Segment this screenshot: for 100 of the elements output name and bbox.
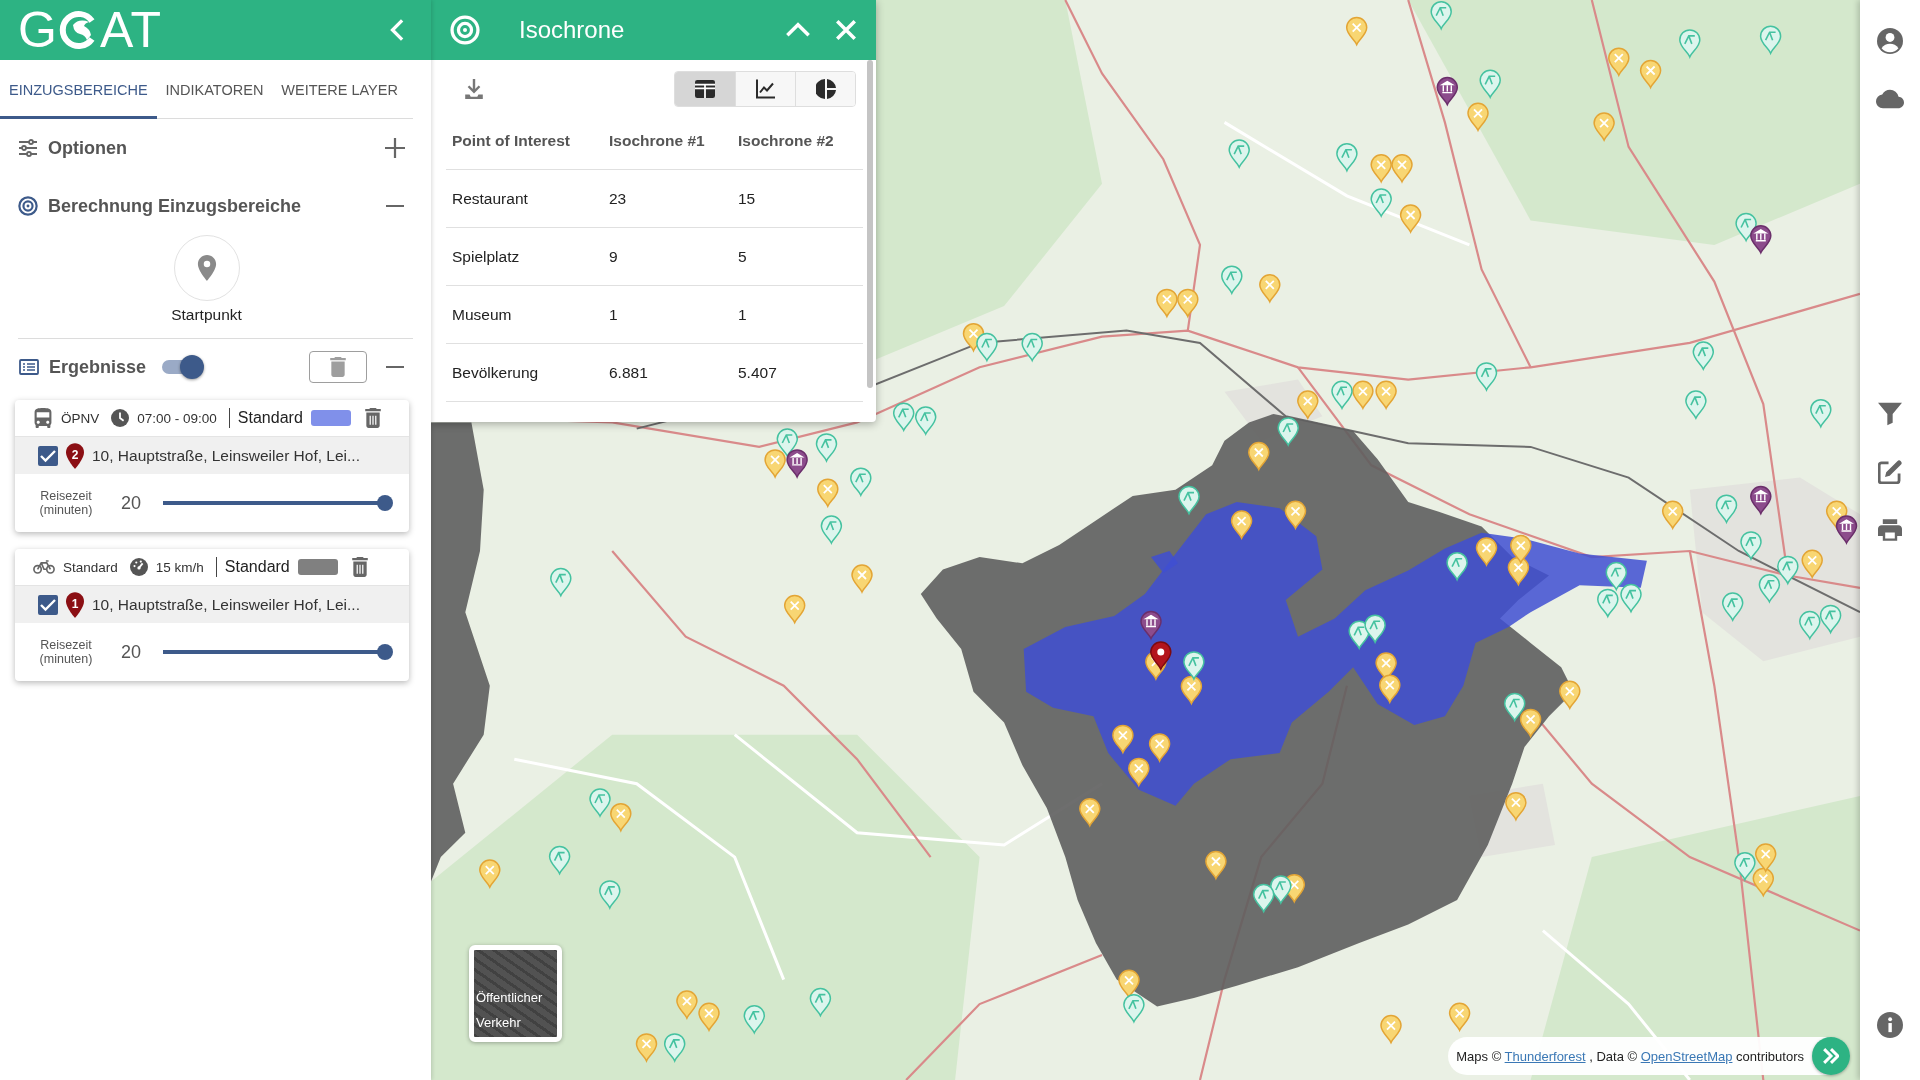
- location-pin-icon[interactable]: [1150, 641, 1172, 670]
- bus-icon: [33, 408, 53, 428]
- map-pin-icon[interactable]: [1140, 610, 1162, 640]
- pie-chart-icon: [815, 79, 836, 99]
- table-cell-text: 5.407: [737, 363, 778, 382]
- column-header: Isochrone #1: [608, 131, 706, 150]
- map-pin-icon[interactable]: [1436, 76, 1459, 106]
- tab[interactable]: WEITERE LAYER: [272, 60, 407, 119]
- map-pin-icon[interactable]: [1507, 556, 1530, 586]
- map-pin-icon[interactable]: [1148, 733, 1171, 762]
- checkbox[interactable]: [38, 594, 58, 615]
- attribution-link[interactable]: OpenStreetMap: [1640, 1048, 1733, 1064]
- section-title: Berechnung Einzugsbereiche: [48, 195, 302, 217]
- info-button[interactable]: [1874, 1009, 1906, 1041]
- tab[interactable]: INDIKATOREN: [156, 60, 273, 119]
- table-cell-text: 15: [737, 189, 757, 208]
- double-chevron-right-icon: [1823, 1048, 1839, 1064]
- map-pin-icon[interactable]: [1248, 441, 1270, 471]
- delete-button[interactable]: [362, 408, 383, 428]
- setting-text: 15 km/h: [155, 559, 204, 575]
- mode-label: Standard: [63, 559, 118, 575]
- slider-handle[interactable]: [377, 644, 394, 660]
- edit-icon: [1878, 460, 1902, 484]
- layer-switcher-button[interactable]: Öffentlicher Verkehr: [469, 945, 562, 1042]
- travel-time-value: 20: [121, 641, 142, 663]
- map-pin-icon[interactable]: [1183, 651, 1205, 680]
- download-button[interactable]: [463, 78, 485, 100]
- delete-button[interactable]: [349, 557, 370, 577]
- logo-text: G: [18, 5, 58, 55]
- minus-icon: [386, 366, 404, 368]
- check-icon: [40, 447, 56, 464]
- map-pin-icon[interactable]: [1112, 724, 1134, 754]
- map-pin-icon[interactable]: [1178, 485, 1200, 515]
- check-icon: [40, 596, 56, 613]
- expand-attribution-button[interactable]: [1812, 1037, 1850, 1075]
- user-circle-icon: [1877, 28, 1903, 54]
- map-pin-icon[interactable]: [1180, 675, 1203, 705]
- color-swatch-icon[interactable]: [297, 559, 338, 575]
- map-pin-icon[interactable]: [1252, 883, 1275, 913]
- table-cell-text: Spielplatz: [451, 247, 521, 266]
- view-toggle-button[interactable]: [795, 72, 855, 106]
- download-icon: [463, 78, 485, 100]
- map-pin-icon[interactable]: [1284, 500, 1307, 530]
- map-pin-icon[interactable]: [1559, 680, 1581, 710]
- map-pin-icon[interactable]: [1277, 417, 1299, 446]
- scrollbar[interactable]: [867, 60, 873, 388]
- map-pin-icon[interactable]: [1079, 798, 1101, 827]
- table-cell-text: 9: [608, 247, 619, 266]
- slider-handle[interactable]: [377, 495, 394, 511]
- map-pin-icon[interactable]: [776, 428, 799, 457]
- speedometer-icon: [129, 558, 148, 576]
- profile-label: Standard: [237, 409, 303, 427]
- map-pin-icon[interactable]: [1505, 791, 1527, 821]
- minus-icon: [386, 205, 404, 207]
- numbered-pin-marker: 2: [66, 442, 84, 469]
- table-cell-text: 5: [737, 247, 748, 266]
- map-pin-icon[interactable]: [1750, 225, 1772, 254]
- map-pin-icon[interactable]: [1510, 534, 1532, 564]
- map-pin-icon[interactable]: [1750, 485, 1772, 515]
- address-text: 10, Hauptstraße, Leinsweiler Hof, Lei...: [92, 595, 360, 614]
- plus-icon: [385, 138, 405, 158]
- numbered-pin-marker: 1: [66, 591, 84, 618]
- map-pin-icon[interactable]: [1835, 515, 1858, 544]
- color-swatch-icon[interactable]: [310, 410, 351, 426]
- line-chart-icon: [755, 79, 776, 99]
- filter-icon: [1878, 402, 1902, 426]
- map-pin-icon[interactable]: [1118, 969, 1140, 999]
- trash-icon: [328, 357, 348, 377]
- table-cell-text: Restaurant: [451, 189, 529, 208]
- list-icon: [19, 357, 39, 377]
- close-button[interactable]: [836, 20, 856, 40]
- map-pin-icon[interactable]: [1205, 850, 1227, 880]
- delete-all-button[interactable]: [309, 351, 367, 383]
- close-icon: [836, 20, 856, 40]
- map-pin-icon[interactable]: [1446, 551, 1468, 581]
- map-pin-icon[interactable]: [1475, 537, 1498, 566]
- tab[interactable]: EINZUGSBEREICHE: [0, 60, 157, 119]
- table-cell-text: Museum: [451, 305, 513, 324]
- checkbox[interactable]: [38, 445, 58, 466]
- section-title: Optionen: [48, 137, 127, 159]
- account-button[interactable]: [1874, 25, 1906, 57]
- address-text: 10, Hauptstraße, Leinsweiler Hof, Lei...: [92, 446, 360, 465]
- view-toggle-button[interactable]: [675, 72, 735, 106]
- map-pin-icon[interactable]: [1364, 614, 1386, 643]
- map-pin-icon[interactable]: [1230, 510, 1253, 539]
- map-pin-icon[interactable]: [1379, 674, 1401, 703]
- map-pin-icon[interactable]: [1519, 708, 1542, 738]
- travel-time-label: Reisezeit (minuten): [38, 488, 94, 518]
- map-pin-icon[interactable]: [1128, 757, 1150, 787]
- column-header: Point of Interest: [451, 131, 571, 150]
- map-pin-icon[interactable]: [786, 449, 808, 478]
- setting-text: 07:00 - 09:00: [137, 410, 217, 426]
- table-cell-text: 6.881: [608, 363, 649, 382]
- view-toggle-button[interactable]: [735, 72, 795, 106]
- profile-label: Standard: [224, 558, 290, 576]
- attribution-link[interactable]: Thunderforest: [1504, 1048, 1586, 1064]
- map-pin-icon[interactable]: [1503, 692, 1526, 722]
- trash-icon: [349, 557, 370, 577]
- table-cell-text: 1: [737, 305, 748, 324]
- table-icon: [695, 79, 715, 99]
